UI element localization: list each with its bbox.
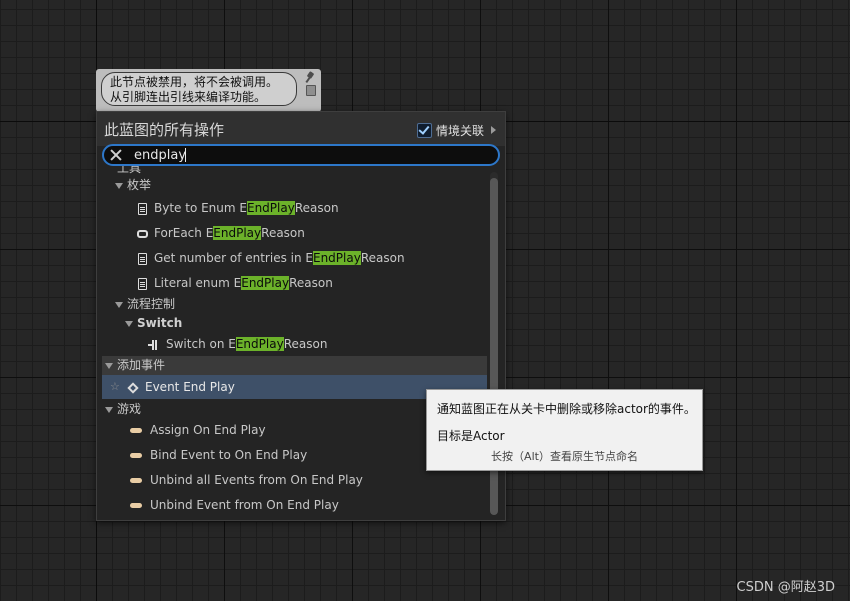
- switch-icon: [148, 339, 160, 351]
- item-text: Literal enum E: [154, 276, 242, 290]
- favorite-star-icon[interactable]: ☆: [110, 375, 120, 399]
- item-text: Reason: [360, 251, 405, 265]
- item-text: Reason: [294, 201, 339, 215]
- collapse-arrow-icon[interactable]: [125, 320, 133, 327]
- category-label: 工具: [117, 166, 142, 175]
- tooltip-target: 目标是Actor: [437, 429, 505, 443]
- item-text: Byte to Enum E: [154, 201, 247, 215]
- match-highlight: EndPlay: [213, 226, 262, 240]
- match-highlight: EndPlay: [241, 276, 290, 290]
- context-sensitive-checkbox[interactable]: [417, 122, 432, 138]
- text-caret: [185, 148, 186, 162]
- list-item-literal-enum[interactable]: Literal enum EEndPlayReason: [138, 271, 487, 295]
- tooltip-description: 通知蓝图正在从关卡中删除或移除actor的事件。: [437, 402, 696, 416]
- comment-line-1: 此节点被禁用，将不会被调用。: [110, 75, 279, 89]
- menu-title: 此蓝图的所有操作: [104, 121, 225, 139]
- document-icon: [138, 202, 147, 215]
- disabled-node-comment: 此节点被禁用，将不会被调用。 从引脚连出引线来编译功能。: [96, 69, 321, 112]
- item-text: Reason: [289, 276, 333, 290]
- comment-bubble: 此节点被禁用，将不会被调用。 从引脚连出引线来编译功能。: [101, 72, 297, 106]
- item-text: Get number of entries in E: [154, 251, 313, 265]
- context-sensitive-toggle[interactable]: 情境关联: [417, 121, 497, 139]
- collapse-arrow-icon[interactable]: [115, 182, 123, 189]
- category-partial[interactable]: 工具: [117, 166, 487, 175]
- collapse-arrow-icon[interactable]: [105, 362, 113, 369]
- item-text: Reason: [261, 226, 305, 240]
- category-label: 枚举: [127, 178, 152, 192]
- list-item-switch-on[interactable]: Switch on EEndPlayReason: [148, 332, 487, 356]
- category-label: Switch: [137, 316, 183, 330]
- document-icon: [138, 252, 147, 265]
- item-text: Unbind Event from On End Play: [150, 498, 339, 512]
- tooltip: 通知蓝图正在从关卡中删除或移除actor的事件。 目标是Actor 长按（Alt…: [426, 389, 703, 471]
- watermark: CSDN @阿赵3D: [736, 580, 835, 595]
- search-input[interactable]: [134, 146, 484, 164]
- match-highlight: EndPlay: [246, 201, 295, 215]
- delegate-pill-icon: [130, 428, 142, 433]
- document-icon: [138, 277, 147, 290]
- list-item-byte-to-enum[interactable]: Byte to Enum EEndPlayReason: [138, 196, 487, 220]
- item-text: Reason: [283, 337, 328, 351]
- delegate-pill-icon: [130, 478, 142, 483]
- item-text: Assign On End Play: [150, 423, 266, 437]
- list-item-unbind-all[interactable]: Unbind all Events from On End Play: [130, 468, 487, 492]
- category-label: 游戏: [117, 402, 142, 416]
- list-item-unbind[interactable]: Unbind Event from On End Play: [130, 493, 487, 517]
- expand-arrow-icon[interactable]: [491, 126, 497, 134]
- category-flow-control[interactable]: 流程控制: [115, 295, 487, 314]
- list-item-foreach[interactable]: ForEach EEndPlayReason: [137, 221, 487, 245]
- category-switch[interactable]: Switch: [125, 314, 487, 333]
- tooltip-hint: 长按（Alt）查看原生节点命名: [491, 450, 638, 463]
- collapse-arrow-icon[interactable]: [115, 301, 123, 308]
- loop-icon: [137, 229, 148, 238]
- item-text: Bind Event to On End Play: [150, 448, 308, 462]
- match-highlight: EndPlay: [312, 251, 361, 265]
- menu-header: 此蓝图的所有操作 情境关联: [97, 112, 505, 146]
- category-add-event[interactable]: 添加事件: [102, 356, 487, 375]
- category-enum[interactable]: 枚举: [115, 176, 487, 195]
- search-box[interactable]: [102, 144, 500, 166]
- event-diamond-icon: [127, 381, 139, 394]
- pin-icon[interactable]: [305, 71, 315, 86]
- item-text: Unbind all Events from On End Play: [150, 473, 363, 487]
- item-text: Switch on E: [166, 337, 236, 351]
- clear-search-icon[interactable]: [110, 149, 122, 161]
- node-preview-icon: [306, 85, 316, 96]
- collapse-arrow-icon[interactable]: [105, 406, 113, 413]
- item-text: ForEach E: [154, 226, 214, 240]
- category-label: 流程控制: [127, 297, 176, 311]
- list-item-get-number[interactable]: Get number of entries in EEndPlayReason: [138, 246, 487, 270]
- category-label: 添加事件: [117, 358, 166, 372]
- item-text: Event End Play: [145, 380, 235, 394]
- delegate-pill-icon: [130, 503, 142, 508]
- context-sensitive-label: 情境关联: [436, 123, 485, 138]
- delegate-pill-icon: [130, 453, 142, 458]
- match-highlight: EndPlay: [235, 337, 284, 351]
- comment-line-2: 从引脚连出引线来编译功能。: [110, 90, 267, 104]
